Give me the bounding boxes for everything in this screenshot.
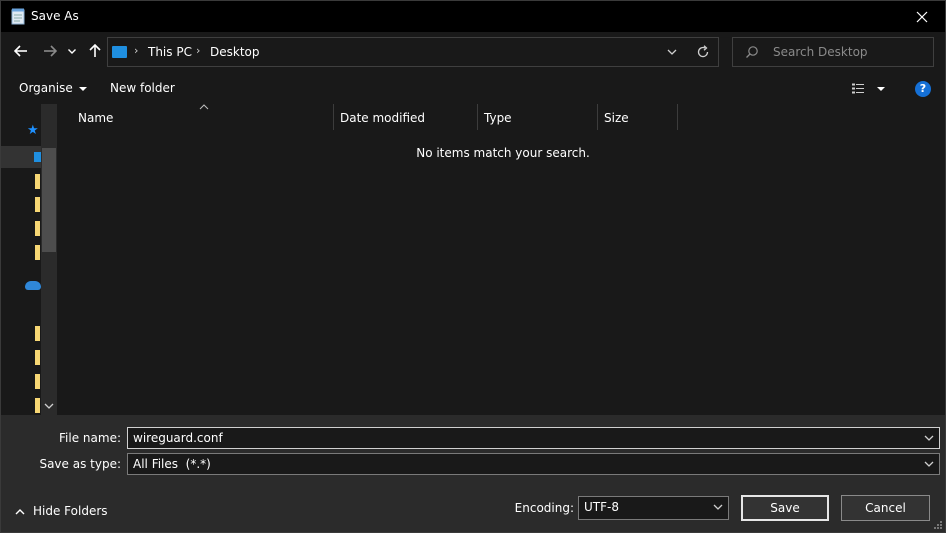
breadcrumb-separator-icon[interactable]: › — [134, 44, 138, 57]
file-list: Name Date modified Type Size No items ma… — [61, 104, 945, 415]
bottom-panel: File name: wireguard.conf Save as type: … — [1, 415, 945, 532]
encoding-label: Encoding: — [514, 501, 574, 515]
organise-button[interactable]: Organise — [19, 81, 87, 95]
arrow-up-icon — [89, 44, 101, 57]
scroll-down-icon[interactable] — [44, 403, 54, 409]
column-name[interactable]: Name — [78, 104, 113, 130]
arrow-right-icon — [44, 45, 57, 57]
this-pc-icon — [112, 46, 127, 58]
file-name-value: wireguard.conf — [133, 431, 223, 445]
folder-icon[interactable] — [35, 350, 40, 365]
chevron-down-icon[interactable] — [923, 431, 935, 445]
close-button[interactable] — [899, 1, 945, 32]
column-size[interactable]: Size — [604, 104, 629, 130]
onedrive-cloud-icon[interactable] — [25, 281, 41, 290]
navigation-bar: › This PC › Desktop Search Desktop — [1, 32, 945, 73]
breadcrumb-separator-icon[interactable]: › — [196, 44, 200, 57]
view-options-icon[interactable] — [851, 82, 891, 96]
folder-icon[interactable] — [35, 398, 40, 413]
save-button[interactable]: Save — [741, 495, 829, 521]
file-name-input[interactable]: wireguard.conf — [127, 427, 940, 449]
nav-scrollbar-thumb[interactable] — [42, 148, 56, 252]
chevron-down-icon[interactable] — [712, 500, 724, 514]
chevron-down-icon[interactable] — [923, 457, 935, 471]
breadcrumb-this-pc[interactable]: This PC — [148, 45, 192, 59]
folder-icon[interactable] — [35, 245, 40, 260]
empty-message: No items match your search. — [416, 146, 590, 160]
resize-grip-icon[interactable] — [933, 520, 943, 530]
close-icon — [916, 11, 928, 22]
navigation-pane: ★ — [1, 104, 59, 415]
chevron-up-icon — [15, 509, 25, 515]
arrow-left-icon — [14, 45, 27, 57]
sort-ascending-icon — [199, 104, 209, 110]
folder-icon[interactable] — [35, 197, 40, 212]
encoding-select[interactable]: UTF-8 — [578, 496, 729, 520]
toolbar: Organise New folder ? — [1, 73, 945, 104]
hide-folders-label: Hide Folders — [33, 504, 108, 518]
hide-folders-button[interactable]: Hide Folders — [15, 504, 108, 518]
encoding-value: UTF-8 — [584, 500, 619, 514]
address-bar[interactable]: › This PC › Desktop — [107, 37, 719, 67]
search-input[interactable]: Search Desktop — [732, 37, 934, 67]
notepad-icon — [11, 8, 25, 25]
title-bar: Save As — [1, 1, 945, 32]
chevron-down-icon — [68, 48, 76, 54]
column-divider[interactable] — [677, 104, 678, 130]
save-as-dialog: Save As › This PC › Desktop Search Deskt… — [0, 0, 946, 533]
search-icon — [746, 46, 758, 58]
breadcrumb-desktop[interactable]: Desktop — [210, 45, 260, 59]
save-type-value: All Files (*.*) — [133, 457, 211, 471]
column-divider[interactable] — [477, 104, 478, 130]
chevron-down-icon[interactable] — [666, 44, 678, 60]
folder-icon[interactable] — [35, 174, 40, 189]
column-divider[interactable] — [597, 104, 598, 130]
caret-down-icon — [78, 86, 87, 91]
up-button[interactable] — [86, 42, 104, 60]
column-type[interactable]: Type — [484, 104, 512, 130]
window-title: Save As — [31, 9, 79, 23]
recent-locations-button[interactable] — [66, 42, 78, 60]
save-type-select[interactable]: All Files (*.*) — [127, 453, 940, 475]
cancel-button[interactable]: Cancel — [841, 495, 930, 521]
forward-button[interactable] — [41, 42, 59, 60]
save-type-label: Save as type: — [39, 457, 121, 471]
help-button[interactable]: ? — [915, 81, 931, 97]
folder-icon[interactable] — [35, 374, 40, 389]
folder-icon[interactable] — [35, 221, 40, 236]
refresh-icon[interactable] — [696, 44, 710, 60]
organise-label: Organise — [19, 81, 73, 95]
column-divider[interactable] — [333, 104, 334, 130]
search-placeholder: Search Desktop — [773, 45, 868, 59]
desktop-folder-icon[interactable] — [34, 152, 41, 162]
quick-access-star-icon[interactable]: ★ — [27, 123, 39, 138]
folder-icon[interactable] — [35, 326, 40, 341]
column-date-modified[interactable]: Date modified — [340, 104, 425, 130]
back-button[interactable] — [12, 42, 30, 60]
file-name-label: File name: — [59, 431, 121, 445]
new-folder-button[interactable]: New folder — [110, 81, 175, 95]
